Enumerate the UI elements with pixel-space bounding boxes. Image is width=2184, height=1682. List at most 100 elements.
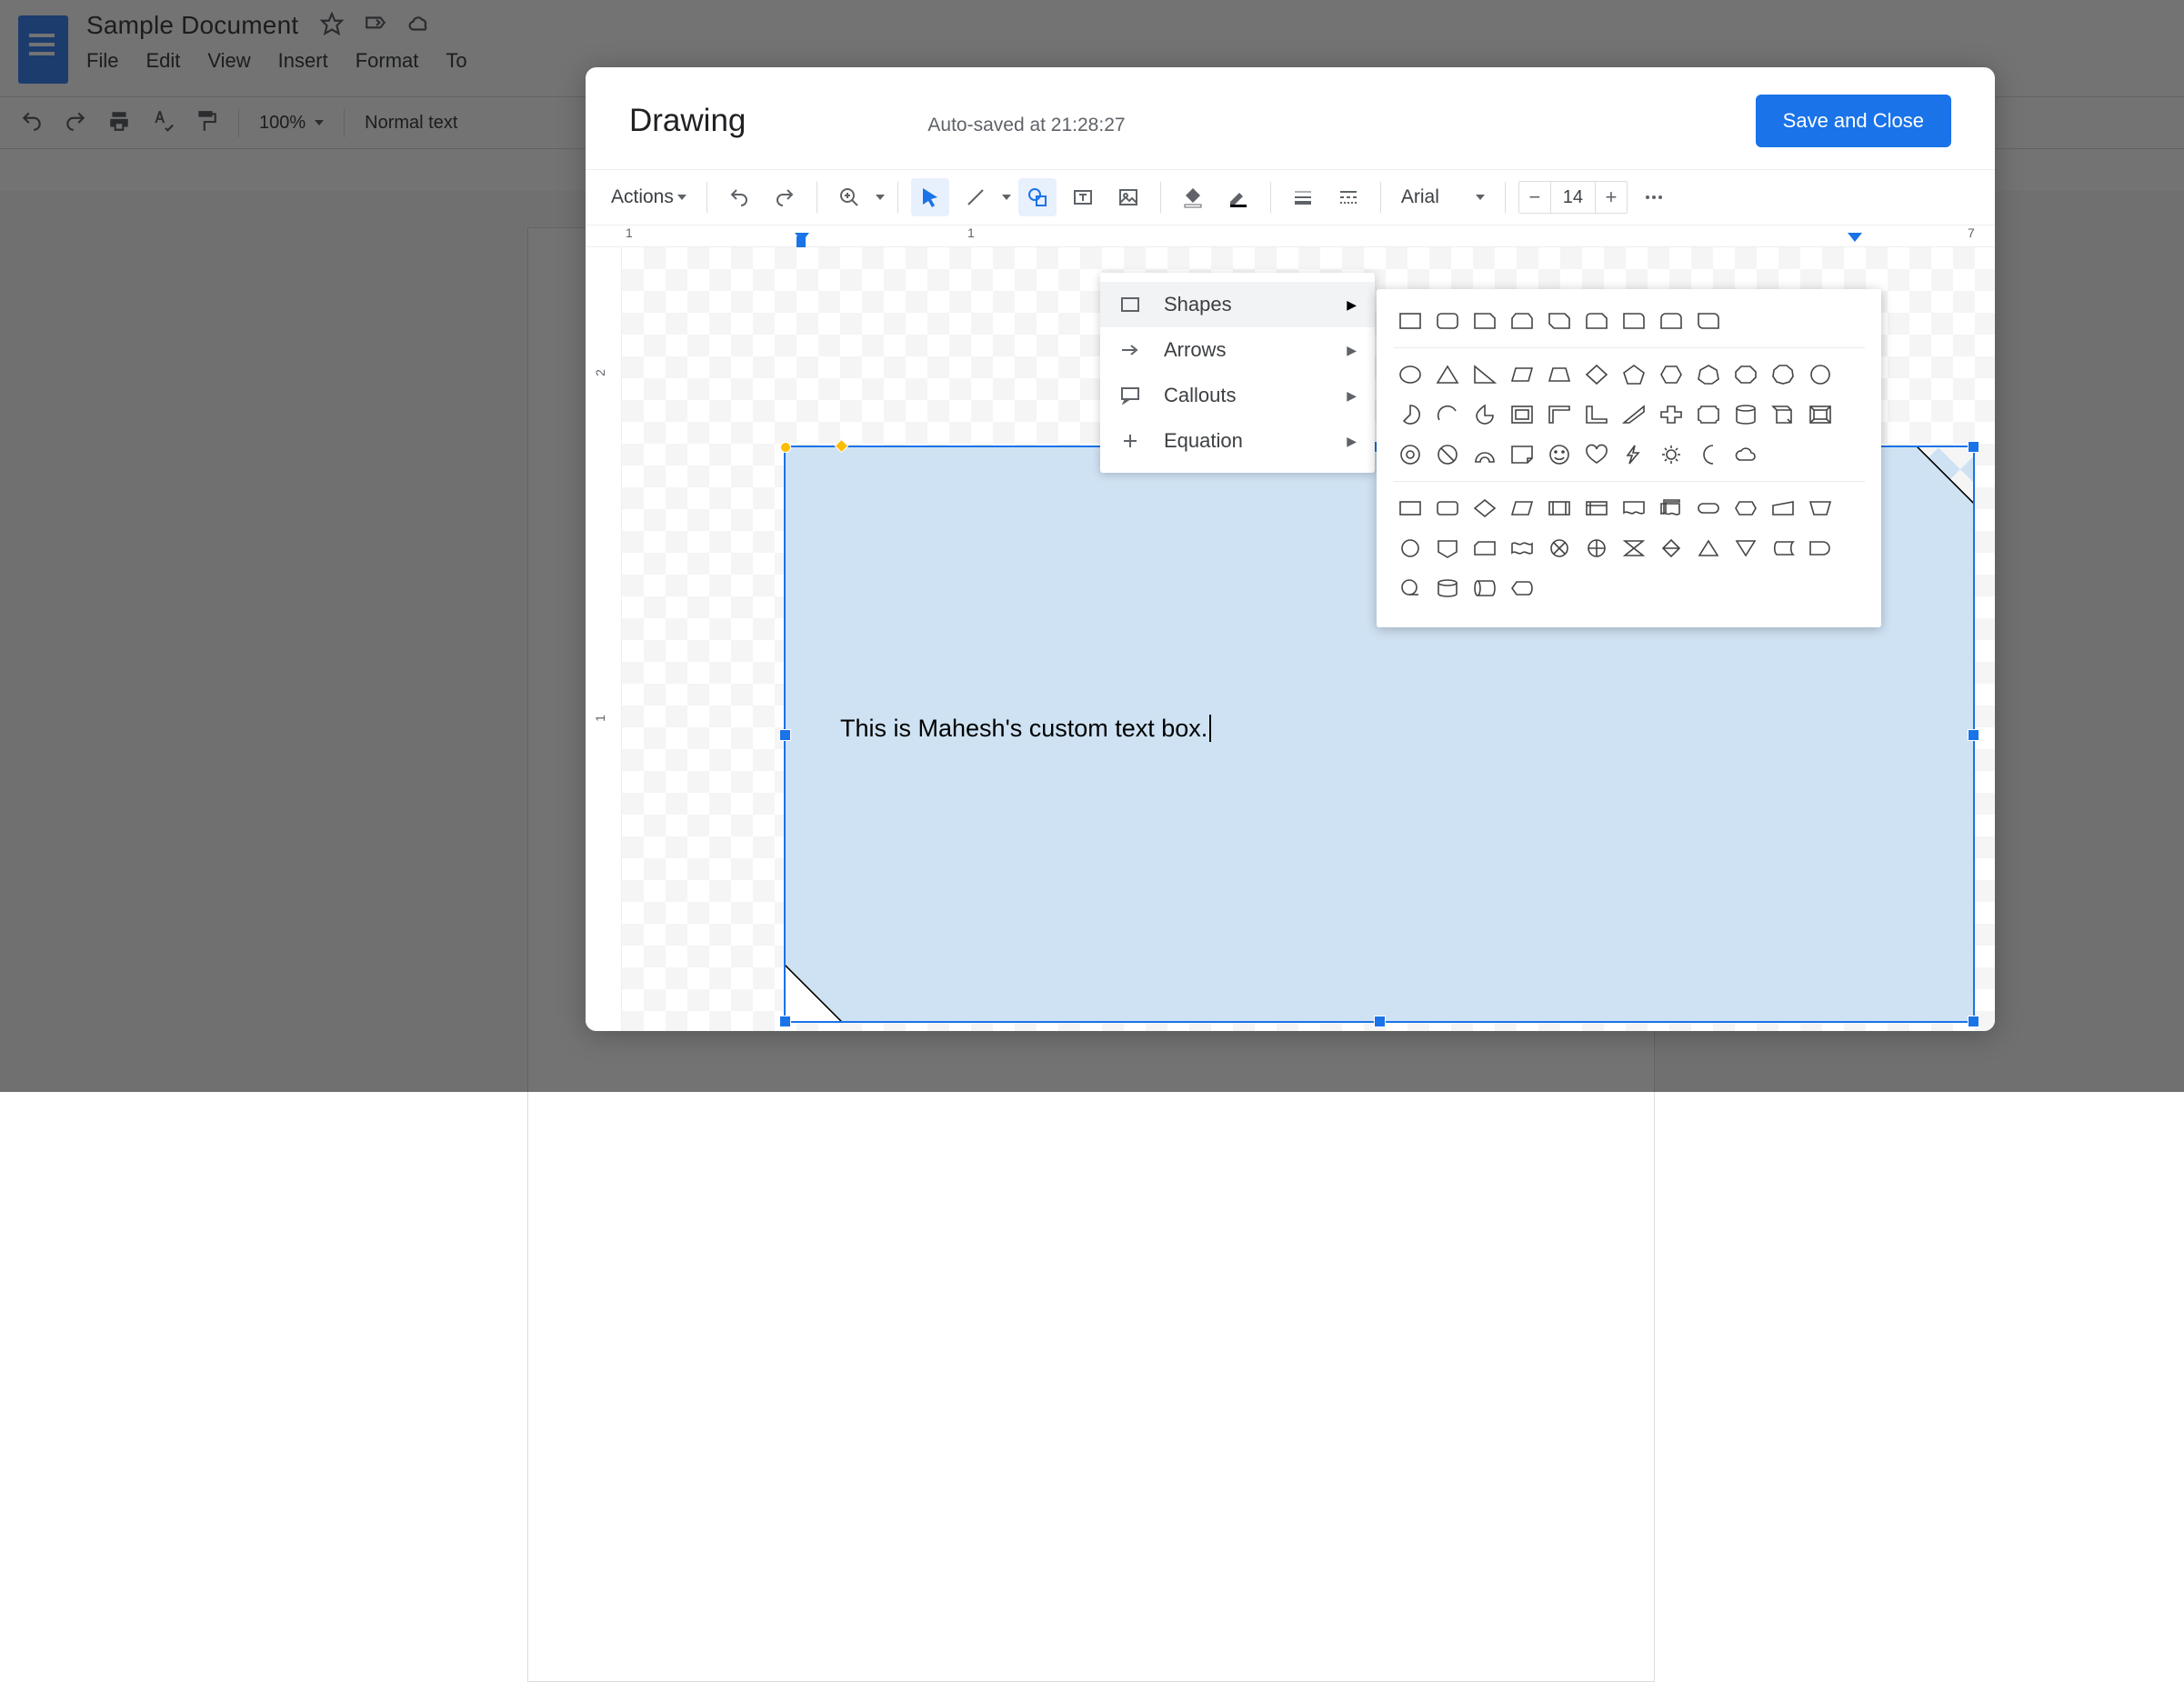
zoom-dropdown-icon[interactable]	[876, 195, 885, 200]
shape-fc-magnetic-disk[interactable]	[1430, 571, 1465, 606]
resize-handle-left[interactable]	[779, 729, 791, 741]
textbox-tool[interactable]	[1064, 178, 1102, 216]
shape-parallelogram[interactable]	[1505, 357, 1539, 392]
shape-fc-punched-tape[interactable]	[1505, 531, 1539, 566]
shape-fc-decision[interactable]	[1468, 491, 1502, 526]
shape-cloud[interactable]	[1728, 437, 1763, 472]
shape-fc-multidoc[interactable]	[1654, 491, 1688, 526]
shape-fc-summing[interactable]	[1542, 531, 1577, 566]
shape-text-content[interactable]: This is Mahesh's custom text box.	[840, 715, 1211, 744]
shape-pie[interactable]	[1393, 397, 1428, 432]
shape-l-shape[interactable]	[1579, 397, 1614, 432]
shape-block-arc[interactable]	[1468, 437, 1502, 472]
menu-equation[interactable]: Equation ▶	[1100, 418, 1375, 464]
select-tool[interactable]	[911, 178, 949, 216]
shape-hexagon[interactable]	[1654, 357, 1688, 392]
shape-chord[interactable]	[1430, 397, 1465, 432]
shape-right-triangle[interactable]	[1468, 357, 1502, 392]
image-tool[interactable]	[1109, 178, 1147, 216]
shape-fc-offpage[interactable]	[1430, 531, 1465, 566]
shape-fc-merge[interactable]	[1728, 531, 1763, 566]
shape-snip-single[interactable]	[1468, 304, 1502, 338]
fill-color-button[interactable]	[1174, 178, 1212, 216]
border-color-button[interactable]	[1219, 178, 1257, 216]
shape-fc-seq-access[interactable]	[1393, 571, 1428, 606]
shape-cross[interactable]	[1654, 397, 1688, 432]
resize-handle-topright[interactable]	[1968, 441, 1979, 453]
line-dropdown-icon[interactable]	[1002, 195, 1011, 200]
shape-fc-alt-process[interactable]	[1430, 491, 1465, 526]
shape-trapezoid[interactable]	[1542, 357, 1577, 392]
shape-cube[interactable]	[1766, 397, 1800, 432]
shape-fc-collate[interactable]	[1617, 531, 1651, 566]
shape-oval[interactable]	[1393, 357, 1428, 392]
shape-heart[interactable]	[1579, 437, 1614, 472]
shape-round-same[interactable]	[1654, 304, 1688, 338]
shape-fc-data[interactable]	[1505, 491, 1539, 526]
shape-dodecagon[interactable]	[1803, 357, 1838, 392]
shape-fc-display[interactable]	[1505, 571, 1539, 606]
shape-fc-sort[interactable]	[1654, 531, 1688, 566]
shape-fc-manual-op[interactable]	[1803, 491, 1838, 526]
shape-fc-stored-data[interactable]	[1766, 531, 1800, 566]
save-and-close-button[interactable]: Save and Close	[1756, 95, 1951, 147]
undo-button[interactable]	[720, 178, 758, 216]
shape-teardrop[interactable]	[1468, 397, 1502, 432]
shape-octagon[interactable]	[1728, 357, 1763, 392]
shape-lightning[interactable]	[1617, 437, 1651, 472]
resize-handle-bottomright[interactable]	[1968, 1016, 1979, 1027]
shape-can[interactable]	[1728, 397, 1763, 432]
shape-bevel[interactable]	[1803, 397, 1838, 432]
font-size-decrease[interactable]: −	[1519, 182, 1550, 213]
actions-menu[interactable]: Actions	[604, 181, 694, 214]
shape-frame[interactable]	[1505, 397, 1539, 432]
shape-fc-terminator[interactable]	[1691, 491, 1726, 526]
shape-fc-preparation[interactable]	[1728, 491, 1763, 526]
indent-marker-bottom[interactable]	[796, 236, 806, 247]
vertical-ruler[interactable]: 2 1	[586, 247, 622, 1031]
zoom-button[interactable]	[830, 178, 868, 216]
shape-snip-same[interactable]	[1505, 304, 1539, 338]
menu-arrows[interactable]: Arrows ▶	[1100, 327, 1375, 373]
font-size-increase[interactable]: +	[1596, 182, 1627, 213]
shape-tool[interactable]	[1018, 178, 1057, 216]
resize-handle-bottom[interactable]	[1374, 1016, 1386, 1027]
shape-fc-card[interactable]	[1468, 531, 1502, 566]
menu-callouts[interactable]: Callouts ▶	[1100, 373, 1375, 418]
border-weight-button[interactable]	[1284, 178, 1322, 216]
font-size-value[interactable]: 14	[1550, 182, 1596, 213]
redo-button[interactable]	[766, 178, 804, 216]
menu-shapes[interactable]: Shapes ▶	[1100, 282, 1375, 327]
shape-snip-diag[interactable]	[1542, 304, 1577, 338]
shape-fc-manual-input[interactable]	[1766, 491, 1800, 526]
shape-fc-predefined[interactable]	[1542, 491, 1577, 526]
shape-smiley-face[interactable]	[1542, 437, 1577, 472]
adjustment-handle[interactable]	[835, 439, 849, 454]
rotation-handle[interactable]	[780, 442, 791, 453]
shape-fc-direct-access[interactable]	[1468, 571, 1502, 606]
shape-diamond[interactable]	[1579, 357, 1614, 392]
line-tool[interactable]	[957, 178, 995, 216]
shape-fc-delay[interactable]	[1803, 531, 1838, 566]
shape-snip-round[interactable]	[1579, 304, 1614, 338]
shape-donut[interactable]	[1393, 437, 1428, 472]
resize-handle-right[interactable]	[1968, 729, 1979, 741]
shape-round-single[interactable]	[1617, 304, 1651, 338]
shape-triangle[interactable]	[1430, 357, 1465, 392]
border-dash-button[interactable]	[1329, 178, 1368, 216]
shape-decagon[interactable]	[1766, 357, 1800, 392]
indent-marker-right[interactable]	[1848, 233, 1862, 242]
shape-fc-connector[interactable]	[1393, 531, 1428, 566]
shape-half-frame[interactable]	[1542, 397, 1577, 432]
horizontal-ruler[interactable]: 1 1 7	[586, 225, 1995, 247]
shape-rounded-rect[interactable]	[1430, 304, 1465, 338]
shape-fc-process[interactable]	[1393, 491, 1428, 526]
shape-round-diag[interactable]	[1691, 304, 1726, 338]
shape-no-symbol[interactable]	[1430, 437, 1465, 472]
more-options-button[interactable]	[1635, 178, 1673, 216]
shape-plaque[interactable]	[1691, 397, 1726, 432]
shape-fc-or[interactable]	[1579, 531, 1614, 566]
shape-folded-corner[interactable]	[1505, 437, 1539, 472]
shape-fc-internal[interactable]	[1579, 491, 1614, 526]
shape-diagonal-stripe[interactable]	[1617, 397, 1651, 432]
